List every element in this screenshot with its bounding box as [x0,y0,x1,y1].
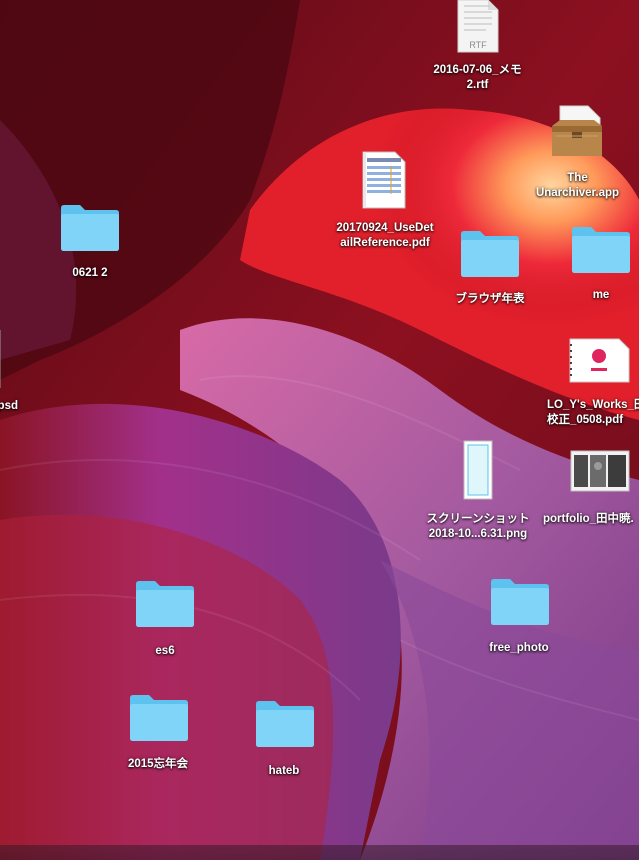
pdf-use-detail-reference[interactable]: 20170924_UseDet ailReference.pdf [325,150,445,256]
dock-edge [0,845,639,860]
folder-free-photo-label: free_photo [489,642,549,654]
folder-es6[interactable]: es6 [115,576,215,662]
folder-icon [130,695,188,741]
folder-me-label: me [592,289,610,301]
pdf-document-icon [569,338,630,383]
rtf-document[interactable]: RTF 2016-07-06_メモ 2.rtf [420,0,535,96]
pdf-use-detail-reference-label: 20170924_UseDet ailReference.pdf [336,222,434,249]
unarchiver-app-icon [552,105,602,156]
folder-hateb-label: hateb [268,765,300,777]
folder-icon [136,581,194,627]
folder-2015-bonenkai-label: 2015忘年会 [127,758,189,770]
folder-browser-timeline-label: ブラウザ年表 [455,293,525,305]
folder-es6-label: es6 [155,645,175,657]
folder-icon [61,205,119,251]
png-image-icon [463,440,493,500]
folder-icon [461,231,519,277]
folder-me[interactable]: me [551,222,639,308]
screenshot-png-label: スクリーンショット 2018-10...6.31.png [426,513,530,540]
screenshot-png[interactable]: スクリーンショット 2018-10...6.31.png [418,440,538,546]
folder-free-photo[interactable]: free_photo [469,574,569,660]
pdf-document-icon [362,151,406,209]
psd-document[interactable]: psd [0,330,20,420]
psd-document-icon [0,330,1,388]
rtf-document-label: 2016-07-06_メモ 2.rtf [433,64,522,91]
folder-icon [256,701,314,747]
pdf-lo-works[interactable]: LO_Y's_Works_田 校正_0508.pdf [545,338,639,434]
unarchiver-app-label: The Unarchiver.app [535,172,620,199]
psd-document-label: psd [0,400,18,412]
rtf-document-icon: RTF [457,0,499,53]
unarchiver-app[interactable]: The Unarchiver.app [520,102,635,202]
folder-browser-timeline[interactable]: ブラウザ年表 [440,226,540,312]
folder-0621-2-label: 0621 2 [72,267,108,279]
rtf-badge: RTF [469,40,487,50]
pdf-lo-works-label: LO_Y's_Works_田 校正_0508.pdf [547,399,639,426]
folder-0621-2[interactable]: 0621 2 [40,200,140,286]
folder-icon [572,227,630,273]
portfolio-image-label: portfolio_田中暁. [543,513,634,525]
folder-icon [491,579,549,625]
desktop: RTF 2016-07-06_メモ 2.rtf The Unarchiver.a… [0,0,639,860]
portfolio-image[interactable]: portfolio_田中暁. [540,450,639,530]
image-file-icon [570,450,630,492]
folder-hateb[interactable]: hateb [234,696,334,782]
folder-2015-bonenkai[interactable]: 2015忘年会 [108,690,208,776]
